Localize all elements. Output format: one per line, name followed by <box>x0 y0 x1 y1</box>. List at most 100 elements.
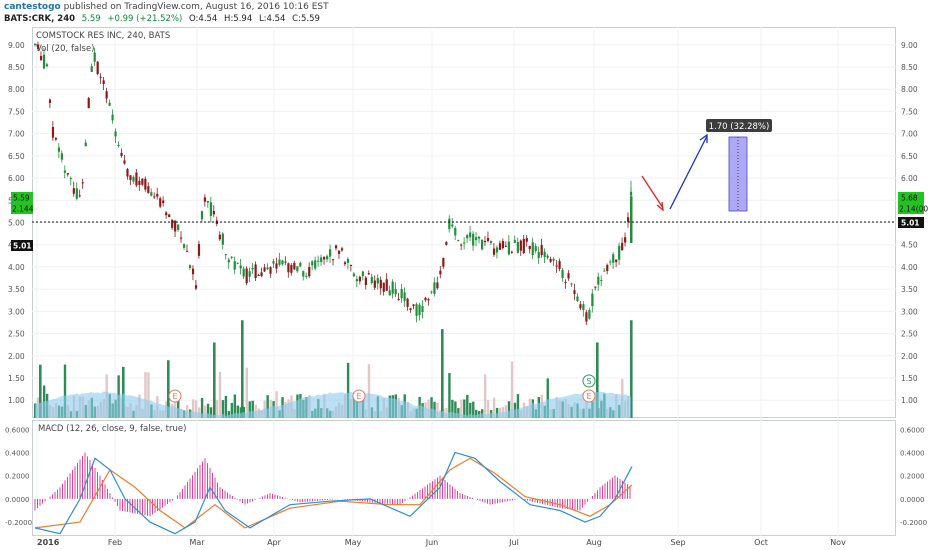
candle-body <box>230 256 233 258</box>
candle-body <box>114 131 117 137</box>
candle-body <box>409 308 412 310</box>
price-tick-right: 4.00 <box>901 263 918 272</box>
blue-arrow[interactable] <box>669 135 708 210</box>
candle-body <box>394 289 397 295</box>
earnings-marker[interactable]: E <box>168 389 182 403</box>
candle-body <box>185 250 189 252</box>
candle-body <box>624 237 627 243</box>
candle-body <box>296 266 299 272</box>
time-tick-label: 2016 <box>37 538 60 547</box>
candle-body <box>239 265 242 269</box>
price-tick-left: 8.50 <box>8 63 25 72</box>
candle-body <box>287 263 290 273</box>
candle-body <box>147 186 150 193</box>
chart-canvas[interactable]: 9.00 9.00 8.50 8.50 8.00 8.00 7.50 7.50 7.00 7.00… <box>0 0 932 550</box>
candle-body <box>501 240 505 249</box>
svg-text:E: E <box>172 392 177 401</box>
price-tick-left: 3.50 <box>8 285 25 294</box>
macd-tick-left: -0.2000 <box>5 519 32 527</box>
candle-body <box>424 297 427 301</box>
candle-body <box>305 275 308 277</box>
candle-body <box>254 264 257 279</box>
candle-body <box>364 277 367 285</box>
candle-body <box>236 262 239 264</box>
price-tick-left: 6.50 <box>8 152 25 161</box>
candle-body <box>457 240 460 242</box>
price-tick-right: 7.00 <box>901 130 918 139</box>
candle-body <box>248 271 251 277</box>
time-tick-label: Nov <box>830 538 846 547</box>
candle-body <box>197 244 201 256</box>
candle-body <box>108 102 111 106</box>
candle-body <box>326 256 329 260</box>
candle-body <box>340 248 344 251</box>
candle-body <box>615 259 618 263</box>
candle-body <box>218 234 221 240</box>
earnings-marker[interactable]: E <box>352 389 366 403</box>
candle-body <box>436 282 439 289</box>
candle-body <box>546 255 549 258</box>
candle-body <box>570 283 573 285</box>
split-marker[interactable]: S <box>582 374 596 388</box>
candle-body <box>138 180 141 185</box>
price-tick-right: 4.50 <box>901 241 918 250</box>
candle-body <box>314 260 317 269</box>
price-tick-right: 6.00 <box>901 174 918 183</box>
candle-body <box>406 298 409 307</box>
candle-body <box>72 188 75 194</box>
candle-body <box>600 280 603 282</box>
candle-body <box>558 261 561 269</box>
time-tick-label: Jun <box>425 538 439 547</box>
candle-body <box>385 279 388 291</box>
red-arrow[interactable] <box>641 175 664 209</box>
time-tick-label: Jul <box>508 538 519 547</box>
macd-tick-right: 0.4000 <box>900 449 925 457</box>
price-tick-left: 7.50 <box>8 107 25 116</box>
macd-tick-left: 0.0000 <box>5 496 30 504</box>
candle-body <box>621 242 624 250</box>
volume-bar <box>483 374 487 418</box>
candle-body <box>141 178 144 185</box>
candle-body <box>180 237 183 239</box>
level-badge-left-text: 5.01 <box>13 242 32 251</box>
candle-body <box>117 144 120 146</box>
candle-body <box>212 211 215 215</box>
candle-body <box>45 64 49 67</box>
time-axis: 2016 Feb Mar Apr May Jun Jul Aug Sep Oct Nov <box>37 538 846 547</box>
volume-label: Vol (20, false) <box>36 44 95 54</box>
candle-body <box>302 271 305 277</box>
volume-bar <box>245 367 248 418</box>
candle-body <box>561 270 564 279</box>
price-tick-right: 2.50 <box>901 330 918 339</box>
candle-body <box>495 247 499 253</box>
candle-body <box>531 242 534 255</box>
candle-body <box>576 296 579 302</box>
candle-body <box>54 137 58 140</box>
vol-badge-left-text: 2.144 <box>12 205 34 214</box>
symbol-label: COMSTOCK RES INC, 240, BATS <box>36 31 170 41</box>
candle-body <box>469 232 472 238</box>
candle-body <box>278 259 281 265</box>
macd-tick-left: 0.4000 <box>5 449 30 457</box>
candle-body <box>591 293 594 307</box>
candle-body <box>221 233 224 245</box>
candle-body <box>597 276 600 285</box>
candle-body <box>492 248 496 255</box>
macd-indicator: 0.6000 0.6000 0.4000 0.4000 0.2000 0.2000 0.00… <box>5 426 927 535</box>
candle-body <box>603 270 606 272</box>
candle-body <box>272 261 275 264</box>
macd-tick-left: 0.2000 <box>5 473 30 481</box>
volume-bar <box>441 329 444 418</box>
candle-body <box>594 286 597 288</box>
candle-body <box>188 265 192 268</box>
candle-body <box>281 260 284 265</box>
candle-body <box>135 172 138 186</box>
candle-body <box>242 268 245 277</box>
candle-body <box>171 219 174 228</box>
time-tick-label: May <box>345 538 362 547</box>
candle-body <box>126 169 129 177</box>
volume-bar <box>466 394 469 418</box>
earnings-marker[interactable]: E <box>582 389 596 403</box>
candle-body <box>120 152 123 157</box>
price-tick-left: 8.00 <box>8 85 25 94</box>
